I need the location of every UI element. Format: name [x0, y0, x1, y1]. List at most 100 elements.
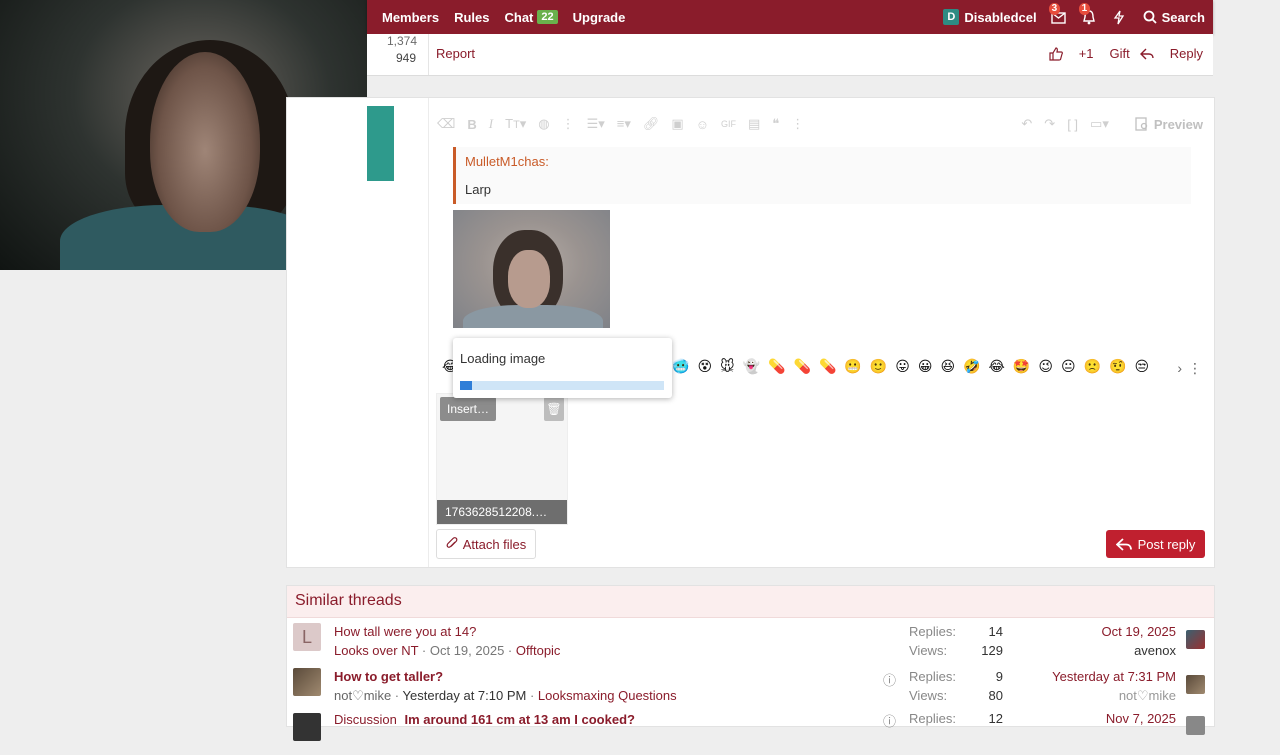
bold-icon[interactable]: B [467, 117, 476, 132]
preview-icon [1135, 117, 1147, 131]
inbox-badge: 3 [1048, 3, 1061, 15]
nav-rules[interactable]: Rules [454, 10, 489, 25]
media-icon[interactable]: ▤ [748, 116, 760, 132]
replies-label: Replies: [909, 669, 956, 684]
nav-members-label: Members [382, 9, 440, 25]
palette-icon[interactable]: ◍ [538, 116, 549, 132]
emoji-item[interactable]: 🐭 [720, 358, 735, 375]
column-divider [428, 98, 429, 567]
bbcode-icon[interactable]: [ ] [1067, 117, 1078, 132]
emoji-item[interactable]: 🤩 [1013, 358, 1030, 375]
thread-avatar[interactable] [293, 668, 321, 696]
emoji-item[interactable]: 💊 [819, 358, 836, 375]
link-icon[interactable]: 🔗︎ [643, 116, 660, 132]
nav-upgrade-label: Upgrade [572, 9, 626, 25]
thread-avatar[interactable]: L [293, 623, 321, 651]
post-reply-button[interactable]: Post reply [1106, 530, 1205, 558]
smilie-icon[interactable]: ☺ [696, 117, 709, 132]
emoji-item[interactable]: 😵 [697, 358, 712, 375]
last-poster-avatar[interactable] [1186, 630, 1205, 649]
loading-text: Loading image [460, 351, 546, 366]
emoji-item[interactable]: 🙁 [1084, 358, 1101, 375]
emoji-item[interactable]: 😛 [895, 358, 910, 375]
attachment-tile: Insert… 🗑︎ 1763628512208.… [436, 393, 568, 525]
search-label: Search [1161, 9, 1205, 25]
quote-author[interactable]: MulletM1chas: [465, 154, 549, 169]
last-post-date[interactable]: Oct 19, 2025 [1102, 624, 1176, 639]
thread-author[interactable]: Looks over NT [334, 643, 418, 658]
last-post-date[interactable]: Yesterday at 7:31 PM [1052, 669, 1176, 684]
italic-icon[interactable]: I [489, 116, 493, 132]
gif-icon[interactable]: GIF [721, 119, 736, 129]
more-vertical-icon[interactable]: ⋮ [791, 116, 804, 132]
emoji-item[interactable]: 🙂 [870, 358, 887, 375]
emoji-item[interactable]: 🤣 [963, 358, 980, 375]
thread-row[interactable]: How to get taller? not♡mike · Yesterday … [287, 665, 1214, 710]
trash-icon[interactable]: 🗑︎ [544, 397, 564, 421]
inserted-image[interactable] [453, 210, 610, 328]
post-actions: +1 Gift Reply [1033, 46, 1203, 61]
nav-upgrade[interactable]: Upgrade [573, 10, 626, 25]
redo-icon[interactable]: ↷ [1044, 116, 1055, 132]
inbox-icon[interactable]: 3 [1048, 3, 1067, 25]
reply-button[interactable]: Reply [1139, 46, 1203, 61]
more-vertical-icon[interactable]: ⋮ [562, 116, 575, 132]
thread-date: Yesterday at 7:10 PM [402, 688, 527, 703]
similar-threads-title: Similar threads [287, 586, 1214, 618]
align-icon[interactable]: ≡▾ [617, 116, 631, 132]
emoji-item[interactable]: 💊 [768, 358, 785, 375]
drafts-icon[interactable]: ▭▾ [1090, 116, 1109, 132]
thread-author[interactable]: not♡mike [334, 688, 391, 703]
emoji-item[interactable]: 🤨 [1109, 358, 1126, 375]
font-size-icon[interactable]: TT▾ [505, 116, 526, 132]
emoji-item[interactable]: 👻 [743, 358, 760, 375]
thread-row[interactable]: Discussion Im around 161 cm at 13 am I c… [287, 710, 1214, 755]
insert-attachment-button[interactable]: Insert… [440, 397, 496, 421]
emoji-item[interactable]: 🥶 [672, 358, 689, 375]
last-poster-avatar[interactable] [1186, 675, 1205, 694]
like-button[interactable]: +1 [1049, 46, 1094, 61]
undo-icon[interactable]: ↶ [1021, 116, 1032, 132]
emoji-item[interactable]: 😉 [1038, 358, 1053, 375]
bell-icon[interactable]: 1 [1078, 3, 1097, 25]
nav-members[interactable]: Members [382, 10, 439, 25]
thread-forum[interactable]: Looksmaxing Questions [538, 688, 677, 703]
emoji-item[interactable]: 😀 [918, 358, 933, 375]
search-icon [1143, 10, 1157, 24]
gift-button[interactable]: Gift [1110, 46, 1130, 61]
thread-avatar[interactable] [293, 713, 321, 741]
user-menu[interactable]: D Disabledcel [943, 9, 1037, 25]
emoji-item[interactable]: 😂 [989, 358, 1005, 375]
preview-button[interactable]: Preview [1135, 117, 1203, 132]
emoji-item[interactable]: 💊 [794, 358, 811, 375]
bolt-icon[interactable] [1111, 9, 1127, 25]
thread-forum[interactable]: Offtopic [516, 643, 561, 658]
image-icon[interactable]: ▣ [671, 116, 683, 132]
thread-row[interactable]: L How tall were you at 14? Looks over NT… [287, 620, 1214, 665]
attach-files-button[interactable]: Attach files [436, 529, 536, 559]
search-button[interactable]: Search [1143, 10, 1205, 25]
emoji-item[interactable]: 😬 [844, 358, 861, 375]
chevron-right-icon[interactable]: › [1177, 360, 1182, 376]
last-post-date[interactable]: Nov 7, 2025 [1106, 711, 1176, 726]
user-avatar: D [943, 9, 960, 25]
clear-format-icon[interactable]: ⌫ [437, 116, 455, 132]
emoji-item[interactable]: 😐 [1061, 358, 1076, 375]
question-icon: ⓘ [883, 673, 897, 688]
user-stat-reactions: 949 [396, 51, 417, 65]
last-post-user[interactable]: not♡mike [1119, 688, 1176, 704]
report-link[interactable]: Report [436, 46, 475, 61]
thread-title[interactable]: How tall were you at 14? [334, 624, 476, 639]
nav-chat[interactable]: Chat 22 [504, 10, 558, 25]
emoji-item[interactable]: 😒 [1134, 358, 1149, 375]
quote-icon[interactable]: ❝ [772, 116, 779, 132]
list-icon[interactable]: ☰▾ [587, 116, 605, 132]
replies-label: Replies: [909, 711, 956, 726]
last-post-user[interactable]: avenox [1134, 643, 1176, 658]
views-count: 129 [981, 643, 1003, 658]
emoji-item[interactable]: 😆 [941, 358, 956, 375]
loading-progress-fill [460, 381, 473, 390]
more-vertical-icon[interactable]: ⋮ [1188, 360, 1202, 377]
thread-title[interactable]: How to get taller? [334, 669, 443, 684]
last-poster-avatar[interactable] [1186, 716, 1205, 735]
